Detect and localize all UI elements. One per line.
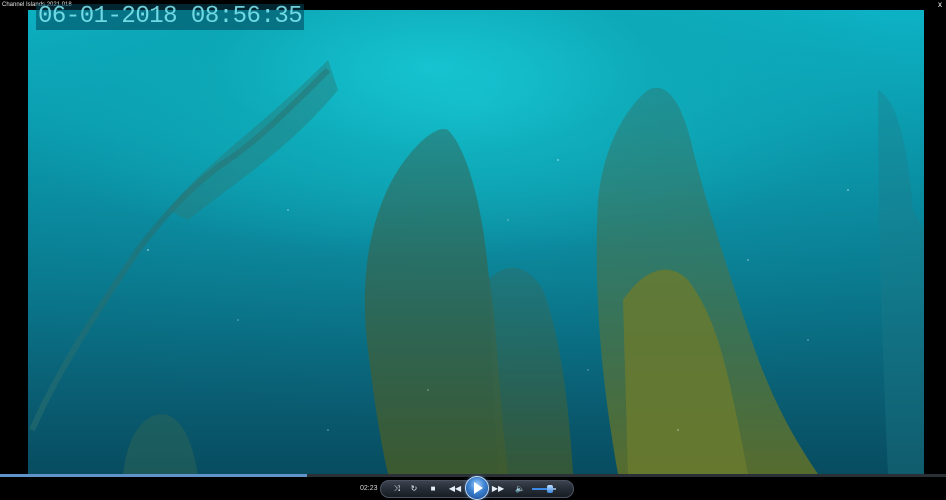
volume-slider[interactable] [532,485,556,493]
next-icon[interactable]: ▶▶ [491,482,505,496]
close-button[interactable]: x [936,0,944,10]
transport-controls: ⤨ ↻ ■ ◀◀ ▶▶ 🔈 [380,477,574,499]
elapsed-time: 02:23 [360,485,378,492]
shuffle-icon[interactable]: ⤨ [390,482,404,496]
seek-bar-progress [0,474,308,477]
player-controls-bar: 02:23 ⤨ ↻ ■ ◀◀ ▶▶ 🔈 [0,474,946,500]
play-icon [474,482,483,494]
volume-icon[interactable]: 🔈 [513,482,527,496]
stop-icon[interactable]: ■ [426,482,440,496]
timestamp-overlay: 06-01-2018 08:56:35 [36,3,305,30]
underwater-scene [28,10,924,474]
video-viewport[interactable] [28,10,924,474]
previous-icon[interactable]: ◀◀ [448,482,462,496]
repeat-icon[interactable]: ↻ [407,482,421,496]
volume-thumb[interactable] [547,485,553,493]
play-button[interactable] [466,477,488,499]
